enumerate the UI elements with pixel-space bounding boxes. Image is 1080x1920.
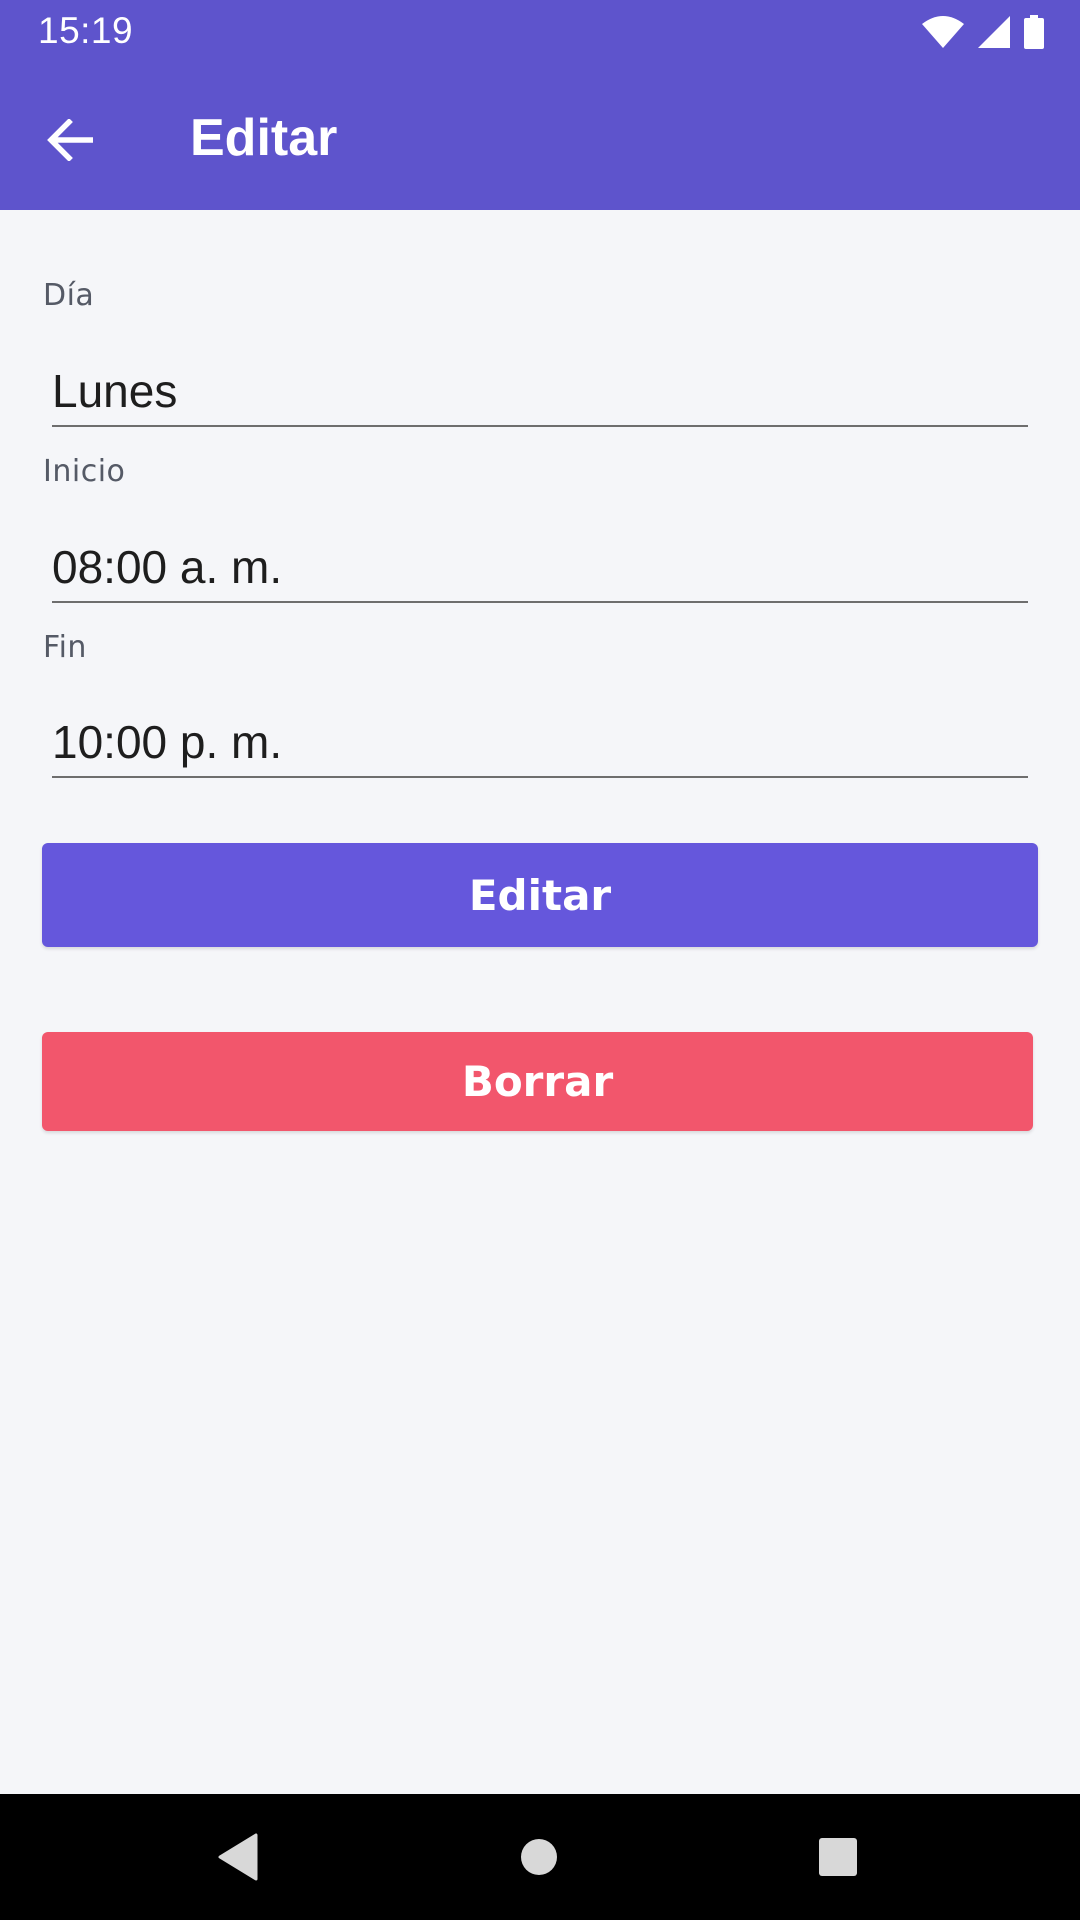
home-circle-icon: [519, 1837, 559, 1881]
navigation-bar: [0, 1794, 1080, 1920]
end-label: Fin: [43, 630, 87, 665]
nav-home-button[interactable]: [504, 1824, 574, 1894]
signal-icon: [978, 16, 1010, 48]
day-label: Día: [43, 278, 95, 313]
status-bar: 15:19: [0, 0, 1080, 63]
page-title: Editar: [190, 109, 338, 167]
recents-square-icon: [818, 1837, 858, 1881]
delete-button[interactable]: Borrar: [42, 1032, 1033, 1131]
start-time-field[interactable]: [52, 533, 1028, 603]
status-time: 15:19: [38, 10, 134, 51]
start-label: Inicio: [43, 454, 126, 489]
back-button[interactable]: [34, 106, 106, 178]
end-time-field[interactable]: [52, 708, 1028, 778]
edit-button[interactable]: Editar: [42, 843, 1038, 947]
battery-icon: [1024, 15, 1044, 49]
back-triangle-icon: [216, 1833, 260, 1885]
nav-recents-button[interactable]: [803, 1824, 873, 1894]
wifi-icon: [922, 16, 964, 48]
status-icons: [922, 14, 1044, 50]
screen: 15:19 Editar Día Lunes Inicio 08:00 a. m…: [0, 0, 1080, 1920]
app-bar: Editar: [0, 63, 1080, 210]
arrow-left-icon: [47, 118, 94, 165]
nav-back-button[interactable]: [203, 1824, 273, 1894]
day-field[interactable]: [52, 357, 1028, 427]
